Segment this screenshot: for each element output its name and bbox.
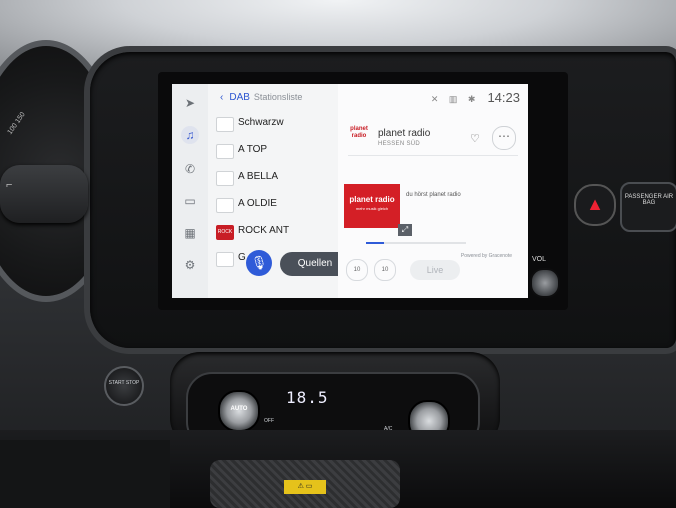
station-logo: [216, 171, 234, 186]
hazard-triangle-icon: ▲: [586, 194, 604, 214]
station-logo-small: planet radio: [350, 126, 368, 139]
station-list-panel: ‹ DAB Stationsliste Schwarzw A TOP A BELLA…: [208, 84, 350, 298]
breadcrumb[interactable]: ‹ DAB Stationsliste: [220, 92, 302, 103]
volume-knob[interactable]: [530, 268, 560, 298]
volume-label: VOL: [532, 256, 547, 263]
now-playing-station: planet radio: [378, 128, 431, 139]
wiper-icon: ⌐: [6, 179, 13, 191]
station-item[interactable]: A BELLA: [216, 166, 334, 190]
navigation-icon[interactable]: ➤: [181, 94, 199, 112]
cover-art: planet radio mehr musik gleich: [344, 184, 400, 228]
wiper-stalk: ⌐: [0, 165, 88, 223]
progress-fill: [366, 242, 384, 244]
track-info: du hörst planet radio: [406, 192, 461, 198]
car-dashboard-scene: 100 150 ⌐ ➤ ♫ ✆ ▭ ▦ ⚙ ‹ DAB Stationsliste …: [0, 0, 676, 508]
skip-back-button[interactable]: 10: [346, 259, 368, 281]
station-item[interactable]: ROCK ROCK ANT: [216, 220, 334, 244]
live-button[interactable]: Live: [410, 260, 460, 280]
hazard-button[interactable]: ▲: [574, 184, 616, 226]
microphone-icon: 🎙: [250, 255, 268, 270]
station-logo: ROCK: [216, 225, 234, 240]
expand-icon[interactable]: ⤢: [398, 224, 412, 236]
phone-icon[interactable]: ✆: [181, 160, 199, 178]
auto-climate-knob[interactable]: AUTO: [218, 390, 260, 432]
station-name: A OLDIE: [238, 198, 277, 209]
back-arrow-icon[interactable]: ‹: [220, 92, 223, 103]
cover-slogan: mehr musik gleich: [355, 206, 389, 211]
car-icon[interactable]: ▭: [181, 192, 199, 210]
station-name: A BELLA: [238, 171, 279, 182]
station-item[interactable]: A TOP: [216, 139, 334, 163]
now-playing-region: HESSEN SÜD: [378, 141, 421, 147]
station-item[interactable]: Schwarzw: [216, 112, 334, 136]
airbag-indicator: PASSENGER AIR BAG: [620, 182, 676, 232]
off-label[interactable]: OFF: [264, 418, 274, 424]
temperature-display: 18.5: [286, 388, 329, 407]
favorite-heart-icon[interactable]: ♡: [470, 132, 480, 145]
status-bar: ✕ ▥ ✱ 14:23: [431, 90, 520, 105]
station-name: G: [238, 252, 246, 263]
settings-icon[interactable]: ⚙: [181, 256, 199, 274]
status-icons: ✕ ▥ ✱: [430, 94, 480, 104]
station-logo: [216, 252, 234, 267]
station-logo: [216, 117, 234, 132]
more-options-button[interactable]: ⋯: [492, 126, 516, 150]
music-icon[interactable]: ♫: [181, 126, 199, 144]
sidebar: ➤ ♫ ✆ ▭ ▦ ⚙: [172, 84, 209, 298]
station-name: ROCK ANT: [238, 225, 290, 236]
station-logo: [216, 144, 234, 159]
skip-forward-button[interactable]: 10: [374, 259, 396, 281]
station-name: A TOP: [238, 144, 268, 155]
powered-by: Powered by Gracenote: [460, 253, 512, 259]
station-item[interactable]: A OLDIE: [216, 193, 334, 217]
station-name: Schwarzw: [238, 117, 284, 128]
divider: [348, 155, 518, 156]
auto-label: AUTO: [230, 406, 248, 412]
charging-pad-label: ⚠ ▭: [284, 480, 326, 494]
breadcrumb-source[interactable]: DAB: [229, 92, 250, 103]
progress-bar: [366, 242, 466, 244]
start-stop-button[interactable]: START STOP: [104, 366, 144, 406]
floor-left: [0, 440, 170, 508]
apps-icon[interactable]: ▦: [181, 224, 199, 242]
breadcrumb-section: Stationsliste: [253, 92, 303, 102]
clock: 14:23: [487, 90, 520, 105]
cover-title: planet radio: [349, 195, 395, 204]
now-playing-panel: ✕ ▥ ✱ 14:23 planet radio planet radio HES…: [338, 84, 528, 298]
voice-mic-button[interactable]: 🎙: [246, 250, 272, 276]
infotainment-screen: ➤ ♫ ✆ ▭ ▦ ⚙ ‹ DAB Stationsliste Schwarzw A…: [172, 84, 528, 298]
station-logo: [216, 198, 234, 213]
